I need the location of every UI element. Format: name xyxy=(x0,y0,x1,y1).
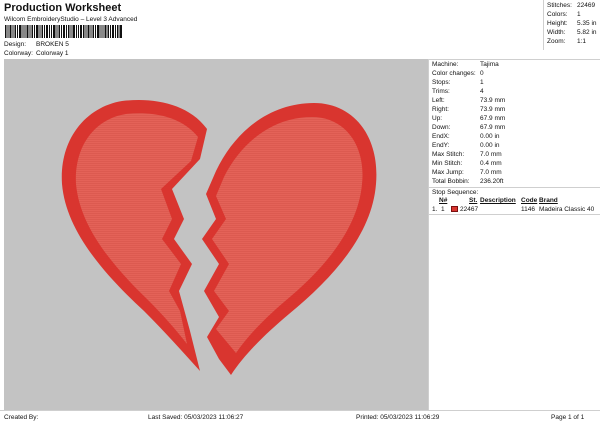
thread-color-swatch xyxy=(451,206,458,212)
stat-width: Width: 5.82 in xyxy=(547,29,597,36)
info-up: Up: 67.9 mm xyxy=(432,115,506,122)
colorway-value: Colorway 1 xyxy=(36,50,69,57)
stop-sequence-section: Stop Sequence: N# St. Description Code B… xyxy=(429,187,600,213)
worksheet-footer: Created By: Last Saved: 05/03/2023 11:06… xyxy=(0,410,600,424)
info-right: Right: 73.9 mm xyxy=(432,106,506,113)
stat-zoom: Zoom: 1:1 xyxy=(547,38,587,45)
worksheet-header: Production Worksheet Wilcom EmbroiderySt… xyxy=(0,0,543,60)
row-n: 1 xyxy=(441,206,445,213)
broken-heart-design xyxy=(61,99,377,375)
design-summary-stats: Stitches: 22469 Colors: 1 Height: 5.35 in W… xyxy=(543,0,600,50)
design-preview-canvas xyxy=(4,59,428,410)
info-down: Down: 67.9 mm xyxy=(432,124,506,131)
stop-sequence-title: Stop Sequence: xyxy=(432,189,479,196)
info-max-stitch: Max Stitch: 7.0 mm xyxy=(432,151,502,158)
stop-table-divider xyxy=(429,214,600,215)
barcode xyxy=(5,25,122,38)
col-header-description: Description xyxy=(480,197,516,204)
info-left: Left: 73.9 mm xyxy=(432,97,506,104)
info-endy: EndY: 0.00 in xyxy=(432,142,500,149)
row-stitches: 22467 xyxy=(460,206,479,213)
info-trims: Trims: 4 xyxy=(432,88,484,95)
stat-colors: Colors: 1 xyxy=(547,11,581,18)
info-total-bobbin: Total Bobbin: 236.20ft xyxy=(432,178,504,185)
col-header-code: Code xyxy=(521,197,538,204)
col-header-brand: Brand xyxy=(539,197,558,204)
colorway-row: Colorway: Colorway 1 xyxy=(4,50,69,57)
info-min-stitch: Min Stitch: 0.4 mm xyxy=(432,160,502,167)
colorway-label: Colorway: xyxy=(4,50,33,57)
info-color-changes: Color changes: 0 xyxy=(432,70,484,77)
page-title: Production Worksheet xyxy=(4,2,122,14)
stat-height: Height: 5.35 in xyxy=(547,20,597,27)
design-label: Design: xyxy=(4,41,27,48)
row-index: 1. xyxy=(432,206,438,213)
footer-last-saved: Last Saved: 05/03/2023 11:06:27 xyxy=(148,414,244,421)
row-code: 1146 xyxy=(521,206,535,213)
design-value: BROKEN 5 xyxy=(36,41,69,48)
footer-printed: Printed: 05/03/2023 11:06:29 xyxy=(356,414,440,421)
info-endx: EndX: 0.00 in xyxy=(432,133,500,140)
software-subtitle: Wilcom EmbroideryStudio – Level 3 Advanc… xyxy=(4,16,138,23)
stat-stitches: Stitches: 22469 xyxy=(547,2,596,9)
info-stops: Stops: 1 xyxy=(432,79,484,86)
col-header-n: N# xyxy=(439,197,448,204)
footer-created-by: Created By: xyxy=(4,414,39,421)
row-brand: Madeira Classic 40 xyxy=(539,206,595,213)
design-name-row: Design: BROKEN 5 xyxy=(4,41,69,48)
info-max-jump: Max Jump: 7.0 mm xyxy=(432,169,502,176)
info-machine: Machine: Tajima xyxy=(432,61,499,68)
footer-page-number: Page 1 of 1 xyxy=(551,414,585,421)
col-header-stitches: St. xyxy=(469,197,478,204)
machine-info-panel: Machine: Tajima Color changes: 0 Stops: 1 T… xyxy=(428,59,600,410)
